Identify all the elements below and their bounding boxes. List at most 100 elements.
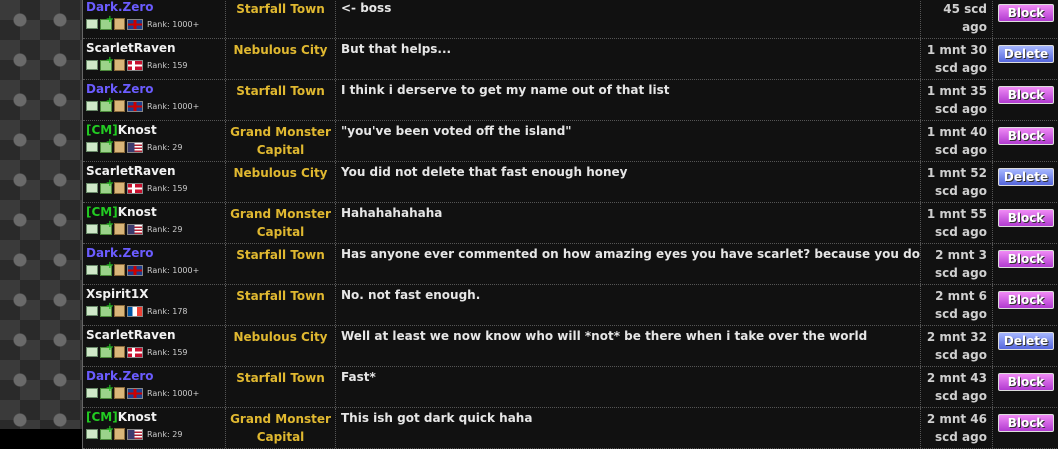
user-action-icons: Rank: 159 xyxy=(86,178,225,194)
user-cell: [CM]Knost Rank: 29 xyxy=(83,408,226,448)
timestamp-cell: 1 mnt 30 scd ago xyxy=(921,39,993,79)
username-link[interactable]: Dark.Zero xyxy=(86,369,225,383)
message-cell: No. not fast enough. xyxy=(336,285,921,325)
town-name[interactable]: Nebulous City xyxy=(226,41,335,59)
flag-icon xyxy=(127,100,143,112)
town-name[interactable]: Capital xyxy=(226,141,335,159)
town-name[interactable]: Nebulous City xyxy=(226,164,335,182)
username-link[interactable]: [CM]Knost xyxy=(86,410,225,424)
town-name[interactable]: Starfall Town xyxy=(226,369,335,387)
block-button[interactable]: Block xyxy=(998,4,1054,22)
timestamp-cell: 2 mnt 6 scd ago xyxy=(921,285,993,325)
block-button[interactable]: Block xyxy=(998,127,1054,145)
message-text: You did not delete that fast enough hone… xyxy=(341,165,628,179)
hourglass-icon[interactable] xyxy=(114,387,125,399)
user-action-icons: Rank: 1000+ xyxy=(86,383,225,399)
username-link[interactable]: [CM]Knost xyxy=(86,205,225,219)
add-friend-icon[interactable] xyxy=(100,14,114,30)
hourglass-icon[interactable] xyxy=(114,100,125,112)
add-friend-icon[interactable] xyxy=(100,260,114,276)
chat-log-table: Dark.Zero Rank: 1000+ Starfall Town <- boss… xyxy=(82,0,1058,449)
mail-icon[interactable] xyxy=(86,347,98,357)
username-link[interactable]: ScarletRaven xyxy=(86,328,225,342)
username-link[interactable]: Dark.Zero xyxy=(86,246,225,260)
hourglass-icon[interactable] xyxy=(114,428,125,440)
block-button[interactable]: Block xyxy=(998,373,1054,391)
town-name[interactable]: Grand Monster xyxy=(226,123,335,141)
mail-icon[interactable] xyxy=(86,224,98,234)
block-button[interactable]: Block xyxy=(998,291,1054,309)
action-cell: Block xyxy=(993,203,1058,243)
mail-icon[interactable] xyxy=(86,265,98,275)
flag-icon xyxy=(127,182,143,194)
town-name[interactable]: Starfall Town xyxy=(226,246,335,264)
timestamp-text: 1 mnt 55 xyxy=(926,207,987,221)
mail-icon[interactable] xyxy=(86,60,98,70)
username-link[interactable]: ScarletRaven xyxy=(86,41,225,55)
mail-icon[interactable] xyxy=(86,183,98,193)
mail-icon[interactable] xyxy=(86,306,98,316)
delete-button[interactable]: Delete xyxy=(998,168,1054,186)
message-text: This ish got dark quick haha xyxy=(341,411,533,425)
hourglass-icon[interactable] xyxy=(114,305,125,317)
message-text: Well at least we now know who will *not*… xyxy=(341,329,868,343)
username-link[interactable]: Xspirit1X xyxy=(86,287,225,301)
block-button[interactable]: Block xyxy=(998,86,1054,104)
add-friend-icon[interactable] xyxy=(100,137,114,153)
mail-icon[interactable] xyxy=(86,19,98,29)
action-cell: Block xyxy=(993,0,1058,38)
add-friend-icon[interactable] xyxy=(100,342,114,358)
add-friend-icon[interactable] xyxy=(100,96,114,112)
timestamp-text: 2 mnt 3 xyxy=(935,248,987,262)
message-cell: But that helps... xyxy=(336,39,921,79)
timestamp-text: scd ago xyxy=(935,389,987,403)
hourglass-icon[interactable] xyxy=(114,141,125,153)
rank-label: Rank: 159 xyxy=(147,347,188,357)
block-button[interactable]: Block xyxy=(998,209,1054,227)
timestamp-text: scd ago xyxy=(935,184,987,198)
username-link[interactable]: [CM]Knost xyxy=(86,123,225,137)
town-name[interactable]: Capital xyxy=(226,428,335,446)
add-friend-icon[interactable] xyxy=(100,178,114,194)
block-button[interactable]: Block xyxy=(998,250,1054,268)
mail-icon[interactable] xyxy=(86,429,98,439)
mail-icon[interactable] xyxy=(86,142,98,152)
town-name[interactable]: Grand Monster xyxy=(226,410,335,428)
town-name[interactable]: Starfall Town xyxy=(226,0,335,18)
user-action-icons: Rank: 178 xyxy=(86,301,225,317)
town-name[interactable]: Starfall Town xyxy=(226,287,335,305)
mail-icon[interactable] xyxy=(86,388,98,398)
add-friend-icon[interactable] xyxy=(100,219,114,235)
town-cell: Starfall Town xyxy=(226,367,336,407)
add-friend-icon[interactable] xyxy=(100,55,114,71)
username-link[interactable]: ScarletRaven xyxy=(86,164,225,178)
town-name[interactable]: Starfall Town xyxy=(226,82,335,100)
action-cell: Block xyxy=(993,121,1058,161)
user-action-icons: Rank: 1000+ xyxy=(86,260,225,276)
chat-row: Xspirit1X Rank: 178 Starfall Town No. not f… xyxy=(83,285,1058,326)
add-friend-icon[interactable] xyxy=(100,301,114,317)
hourglass-icon[interactable] xyxy=(114,223,125,235)
action-cell: Block xyxy=(993,408,1058,448)
mail-icon[interactable] xyxy=(86,101,98,111)
username-link[interactable]: Dark.Zero xyxy=(86,0,225,14)
hourglass-icon[interactable] xyxy=(114,18,125,30)
town-name[interactable]: Nebulous City xyxy=(226,328,335,346)
timestamp-text: scd ago xyxy=(935,102,987,116)
delete-button[interactable]: Delete xyxy=(998,45,1054,63)
hourglass-icon[interactable] xyxy=(114,59,125,71)
delete-button[interactable]: Delete xyxy=(998,332,1054,350)
town-name[interactable]: Grand Monster xyxy=(226,205,335,223)
hourglass-icon[interactable] xyxy=(114,346,125,358)
add-friend-icon[interactable] xyxy=(100,383,114,399)
town-name[interactable]: Capital xyxy=(226,223,335,241)
hourglass-icon[interactable] xyxy=(114,264,125,276)
username-link[interactable]: Dark.Zero xyxy=(86,82,225,96)
block-button[interactable]: Block xyxy=(998,414,1054,432)
timestamp-text: 45 scd ago xyxy=(943,2,987,34)
town-cell: Nebulous City xyxy=(226,162,336,202)
timestamp-cell: 2 mnt 43 scd ago xyxy=(921,367,993,407)
user-cell: ScarletRaven Rank: 159 xyxy=(83,39,226,79)
add-friend-icon[interactable] xyxy=(100,424,114,440)
hourglass-icon[interactable] xyxy=(114,182,125,194)
